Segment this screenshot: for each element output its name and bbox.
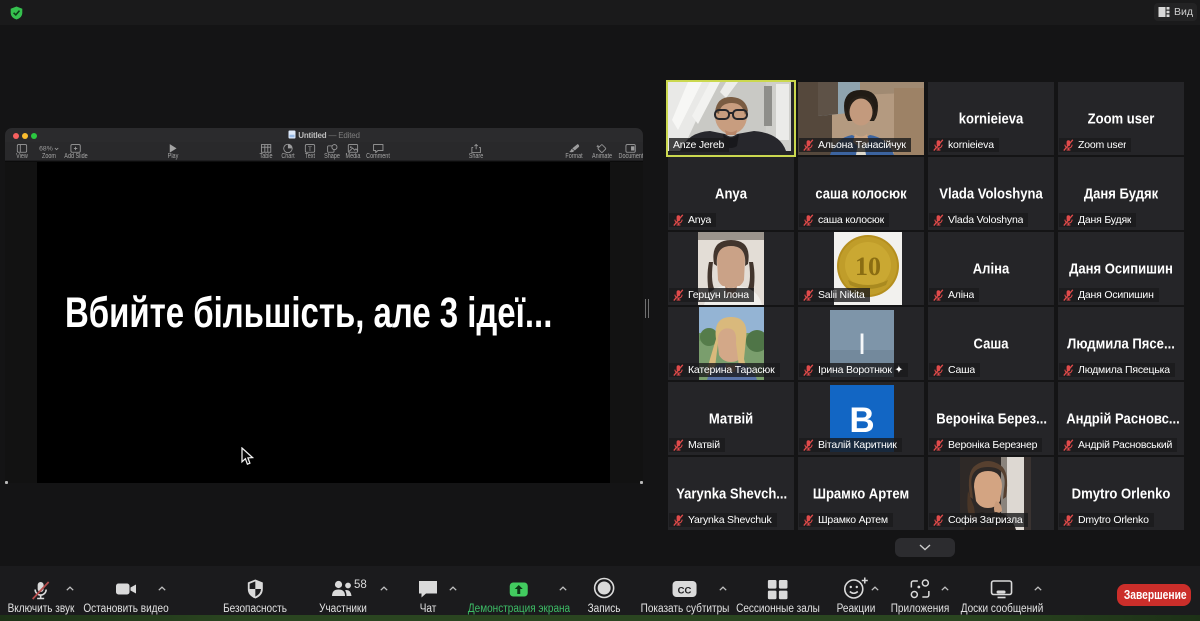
svg-text:B: B xyxy=(849,401,874,440)
svg-text:I: I xyxy=(858,328,866,361)
svg-text:10: 10 xyxy=(855,252,881,281)
svg-text:CC: CC xyxy=(678,586,692,597)
svg-text:T: T xyxy=(308,145,312,152)
